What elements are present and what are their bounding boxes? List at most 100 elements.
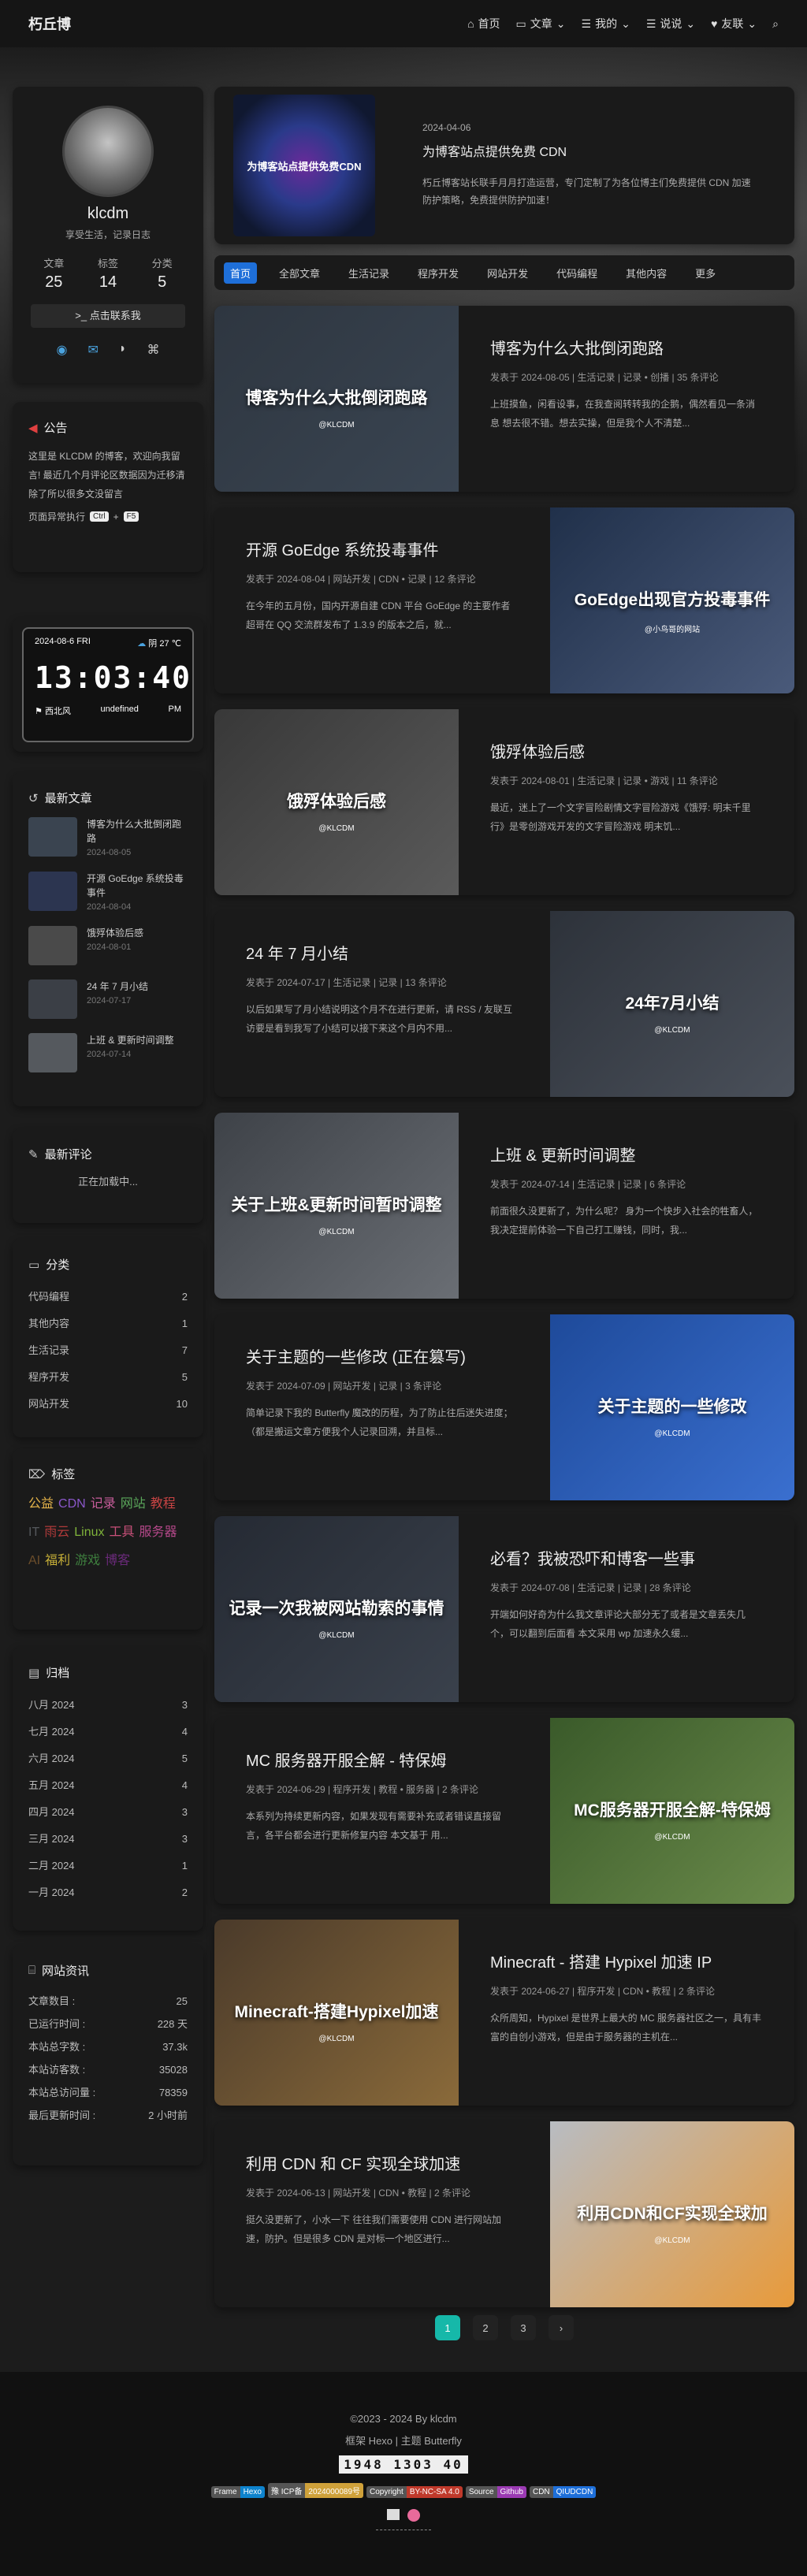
recent-post-item[interactable]: 开源 GoEdge 系统投毒事件 2024-08-04 (28, 872, 188, 912)
post-title[interactable]: 关于主题的一些修改 (正在篡写) (246, 1344, 519, 1367)
siteinfo-row[interactable]: 文章数目 : 25 (28, 1990, 188, 2013)
recent-post-thumb[interactable] (28, 979, 77, 1019)
recent-post-thumb[interactable] (28, 926, 77, 965)
tab-item[interactable]: 代码编程 (550, 262, 604, 284)
post-card[interactable]: 关于主题的一些修改 (正在篡写) 发表于 2024-07-09 | 网站开发 | … (214, 1314, 794, 1500)
recent-post-title[interactable]: 上班 & 更新时间调整 (87, 1033, 174, 1047)
rss-icon[interactable]: ◗ (119, 342, 127, 358)
post-card[interactable]: 利用 CDN 和 CF 实现全球加速 发表于 2024-06-13 | 网站开发 … (214, 2121, 794, 2307)
recent-post-thumb[interactable] (28, 872, 77, 911)
footer-badge[interactable]: Source Github (465, 2486, 526, 2498)
contact-button[interactable]: >_ 点击联系我 (31, 304, 185, 328)
post-title[interactable]: 饿殍体验后感 (490, 739, 763, 762)
tab-item[interactable]: 程序开发 (411, 262, 465, 284)
recent-post-title[interactable]: 24 年 7 月小结 (87, 979, 148, 994)
post-thumb[interactable]: GoEdge出现官方投毒事件 @小鸟哥的网站 (550, 507, 794, 693)
stat-tags[interactable]: 标签 14 (98, 255, 118, 292)
post-thumb[interactable]: 24年7月小结 @KLCDM (550, 911, 794, 1097)
siteinfo-row[interactable]: 本站总访问量 : 78359 (28, 2081, 188, 2104)
next-page-button[interactable]: › (549, 2315, 574, 2340)
nav-item-mine[interactable]: ☰ 我的 ⌄ (582, 16, 630, 32)
footer-badge[interactable]: 豫 ICP备 2024000089号 (267, 2483, 364, 2498)
tag-item[interactable]: 公益 (28, 1493, 54, 1515)
post-title[interactable]: 24 年 7 月小结 (246, 941, 519, 964)
tag-item[interactable]: 记录 (91, 1493, 116, 1515)
tag-item[interactable]: AI (28, 1550, 40, 1572)
post-card[interactable]: 博客为什么大批倒闭跑路 @KLCDM 博客为什么大批倒闭跑路 发表于 2024-08-… (214, 306, 794, 492)
tab-item[interactable]: 首页 (224, 262, 258, 284)
post-thumb[interactable]: MC服务器开服全解-特保姆 @KLCDM (550, 1718, 794, 1904)
nav-item-talk[interactable]: ☰ 说说 ⌄ (646, 16, 695, 32)
recent-post-thumb[interactable] (28, 817, 77, 857)
post-thumb[interactable]: 记录一次我被网站勒索的事情 @KLCDM (214, 1516, 459, 1702)
page-button[interactable]: 3 (511, 2315, 536, 2340)
avatar[interactable] (62, 106, 154, 197)
post-card[interactable]: 饿殍体验后感 @KLCDM 饿殍体验后感 发表于 2024-08-01 | 生活记录 … (214, 709, 794, 895)
tab-item[interactable]: 生活记录 (342, 262, 396, 284)
tag-item[interactable]: IT (28, 1522, 39, 1544)
post-card[interactable]: 关于上班&更新时间暂时调整 @KLCDM 上班 & 更新时间调整 发表于 2024-0… (214, 1113, 794, 1299)
categories-row[interactable]: 网站开发 10 (28, 1391, 188, 1418)
archives-row[interactable]: 三月 2024 3 (28, 1826, 188, 1853)
tab-item[interactable]: 全部文章 (273, 262, 326, 284)
siteinfo-row[interactable]: 本站访客数 : 35028 (28, 2058, 188, 2081)
recent-post-item[interactable]: 博客为什么大批倒闭跑路 2024-08-05 (28, 817, 188, 857)
post-thumb[interactable]: 利用CDN和CF实现全球加 @KLCDM (550, 2121, 794, 2307)
featured-banner[interactable]: 为博客站点提供免费CDN 2024-04-06 为博客站点提供免费 CDN 朽丘… (214, 87, 794, 244)
siteinfo-row[interactable]: 已运行时间 : 228 天 (28, 2013, 188, 2035)
recent-post-title[interactable]: 开源 GoEdge 系统投毒事件 (87, 872, 188, 900)
network-icon[interactable]: ⌘ (147, 342, 160, 358)
page-button[interactable]: 1 (435, 2315, 460, 2340)
categories-row[interactable]: 程序开发 5 (28, 1364, 188, 1391)
archives-row[interactable]: 四月 2024 3 (28, 1799, 188, 1826)
tab-item[interactable]: 网站开发 (481, 262, 534, 284)
banner-title[interactable]: 为博客站点提供免费 CDN (422, 141, 753, 160)
nav-item-home[interactable]: ⌂ 首页 (467, 16, 500, 32)
footer-badge[interactable]: Frame Hexo (210, 2486, 265, 2498)
nav-item-articles[interactable]: ▭ 文章 ⌄ (516, 16, 566, 32)
post-title[interactable]: 利用 CDN 和 CF 实现全球加速 (246, 2151, 519, 2174)
post-thumb[interactable]: 关于主题的一些修改 @KLCDM (550, 1314, 794, 1500)
tag-item[interactable]: 福利 (45, 1550, 70, 1572)
recent-post-item[interactable]: 24 年 7 月小结 2024-07-17 (28, 979, 188, 1019)
post-title[interactable]: MC 服务器开服全解 - 特保姆 (246, 1748, 519, 1771)
archives-row[interactable]: 八月 2024 3 (28, 1692, 188, 1719)
categories-row[interactable]: 其他内容 1 (28, 1310, 188, 1337)
post-thumb[interactable]: Minecraft-搭建Hypixel加速 @KLCDM (214, 1920, 459, 2106)
nav-item-friends[interactable]: ♥ 友联 ⌄ (711, 16, 757, 32)
github-icon[interactable]: ◉ (56, 342, 67, 358)
post-thumb[interactable]: 关于上班&更新时间暂时调整 @KLCDM (214, 1113, 459, 1299)
post-title[interactable]: 开源 GoEdge 系统投毒事件 (246, 537, 519, 560)
stat-categories[interactable]: 分类 5 (152, 255, 173, 292)
site-brand[interactable]: 朽丘博 (28, 13, 71, 34)
tag-item[interactable]: 博客 (105, 1550, 130, 1572)
recent-post-title[interactable]: 博客为什么大批倒闭跑路 (87, 817, 188, 846)
tag-item[interactable]: 教程 (151, 1493, 176, 1515)
post-title[interactable]: 博客为什么大批倒闭跑路 (490, 336, 763, 359)
siteinfo-row[interactable]: 本站总字数 : 37.3k (28, 2035, 188, 2058)
post-card[interactable]: 开源 GoEdge 系统投毒事件 发表于 2024-08-04 | 网站开发 | … (214, 507, 794, 693)
recent-post-item[interactable]: 饿殍体验后感 2024-08-01 (28, 926, 188, 965)
banner-thumb[interactable]: 为博客站点提供免费CDN (233, 95, 375, 236)
categories-row[interactable]: 生活记录 7 (28, 1337, 188, 1364)
archives-row[interactable]: 六月 2024 5 (28, 1745, 188, 1772)
post-title[interactable]: 必看？我被恐吓和博客一些事 (490, 1546, 763, 1569)
search-button[interactable]: ⌕ (772, 17, 779, 31)
tag-item[interactable]: 游戏 (75, 1550, 100, 1572)
archives-row[interactable]: 一月 2024 2 (28, 1879, 188, 1906)
tag-item[interactable]: 工具 (109, 1522, 134, 1544)
email-icon[interactable]: ✉ (87, 342, 98, 358)
page-button[interactable]: 2 (473, 2315, 498, 2340)
tag-item[interactable]: 雨云 (44, 1522, 69, 1544)
recent-post-item[interactable]: 上班 & 更新时间调整 2024-07-14 (28, 1033, 188, 1072)
tab-item[interactable]: 更多 (689, 262, 722, 284)
tab-item[interactable]: 其他内容 (619, 262, 673, 284)
post-card[interactable]: 记录一次我被网站勒索的事情 @KLCDM 必看？我被恐吓和博客一些事 发表于 2024… (214, 1516, 794, 1702)
tag-item[interactable]: 服务器 (139, 1522, 177, 1544)
post-thumb[interactable]: 博客为什么大批倒闭跑路 @KLCDM (214, 306, 459, 492)
post-title[interactable]: Minecraft - 搭建 Hypixel 加速 IP (490, 1950, 763, 1972)
footer-badge[interactable]: Copyright BY-NC-SA 4.0 (366, 2486, 463, 2498)
categories-row[interactable]: 代码编程 2 (28, 1284, 188, 1310)
archives-row[interactable]: 五月 2024 4 (28, 1772, 188, 1799)
archives-row[interactable]: 七月 2024 4 (28, 1719, 188, 1745)
